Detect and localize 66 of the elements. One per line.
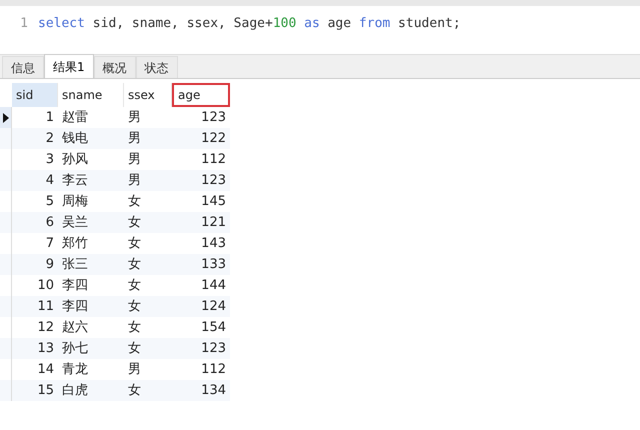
table-cell-text: 女	[127, 214, 142, 232]
table-cell-text: 122	[200, 130, 227, 148]
table-cell-text: 赵六	[61, 318, 89, 337]
table-cell-text: 孙风	[61, 150, 89, 169]
table-cell-text: 1	[44, 108, 55, 127]
tab[interactable]: 结果1	[44, 54, 94, 78]
table-cell-text: 白虎	[61, 382, 89, 400]
tab[interactable]: 状态	[136, 56, 178, 78]
table-cell-text: 女	[127, 318, 142, 337]
table-cell-text: 134	[200, 382, 227, 400]
table-cell-text: 11	[36, 298, 55, 316]
column-header[interactable]: age	[172, 83, 230, 107]
table-cell-text: 女	[127, 340, 142, 358]
table-cell-text: 123	[200, 340, 227, 358]
table-cell-text: 李四	[61, 298, 89, 316]
table-cell-text: 124	[200, 298, 227, 316]
table-cell-text: 女	[127, 382, 142, 400]
table-cell-text: 周梅	[61, 192, 89, 211]
table-cell-text: 男	[127, 130, 142, 148]
table-cell-text: 女	[127, 192, 142, 211]
table-cell-text: 女	[127, 256, 142, 274]
table-cell-text: 女	[127, 276, 142, 295]
table-cell-text: 男	[127, 172, 142, 190]
table-cell-text: 112	[200, 150, 227, 169]
table-cell-text: 13	[36, 340, 55, 358]
table-cell-text: 123	[200, 172, 227, 190]
table-cell-text: 154	[200, 318, 227, 337]
table-cell-text: 5	[44, 192, 55, 211]
tab[interactable]: 概况	[94, 56, 136, 78]
table-cell-text: 青龙	[61, 360, 89, 379]
table-cell-text: 7	[44, 234, 55, 253]
table-cell-text: 145	[200, 192, 227, 211]
table-cell-text: 6	[44, 214, 55, 232]
table-cell-text: 3	[44, 150, 55, 169]
table-cell-text: 2	[44, 130, 55, 148]
table-cell-text: 10	[36, 276, 55, 295]
table-cell-text: 143	[200, 234, 227, 253]
table-cell-text: 男	[127, 150, 142, 169]
table-cell-text: 男	[127, 360, 142, 379]
column-header[interactable]: sid	[12, 83, 58, 107]
table-cell-text: 张三	[61, 256, 89, 274]
table-cell-text: 123	[200, 108, 227, 127]
table-cell-text: 144	[200, 276, 227, 295]
current-row-icon	[2, 112, 8, 122]
table-cell-text: 孙七	[61, 340, 89, 358]
sql-code: select sid, sname, ssex, Sage+100 as age from student;	[38, 15, 461, 33]
row-indicator[interactable]	[0, 107, 12, 128]
table-cell-text: 112	[200, 360, 227, 379]
table-cell-text: 女	[127, 234, 142, 253]
table-cell-text: 钱电	[61, 130, 89, 148]
table-cell-text: 李四	[61, 276, 89, 295]
table-cell-text: 赵雷	[61, 108, 89, 127]
table-cell-text: 133	[200, 256, 227, 274]
table-cell-text: 李云	[61, 172, 89, 190]
table-cell-text: 4	[44, 172, 55, 190]
tab[interactable]: 信息	[2, 56, 44, 78]
table-cell-text: 12	[36, 318, 55, 337]
table-cell-text: 男	[127, 108, 142, 127]
table-cell-text: 吴兰	[61, 214, 89, 232]
table-cell-text: 14	[36, 360, 55, 379]
table-cell-text: 9	[44, 256, 55, 274]
table-cell-text: 女	[127, 298, 142, 316]
line-number: 1	[19, 15, 29, 33]
table-cell-text: 15	[36, 382, 55, 400]
table-cell-text: 121	[200, 214, 227, 232]
table-cell-text: 郑竹	[61, 234, 89, 253]
